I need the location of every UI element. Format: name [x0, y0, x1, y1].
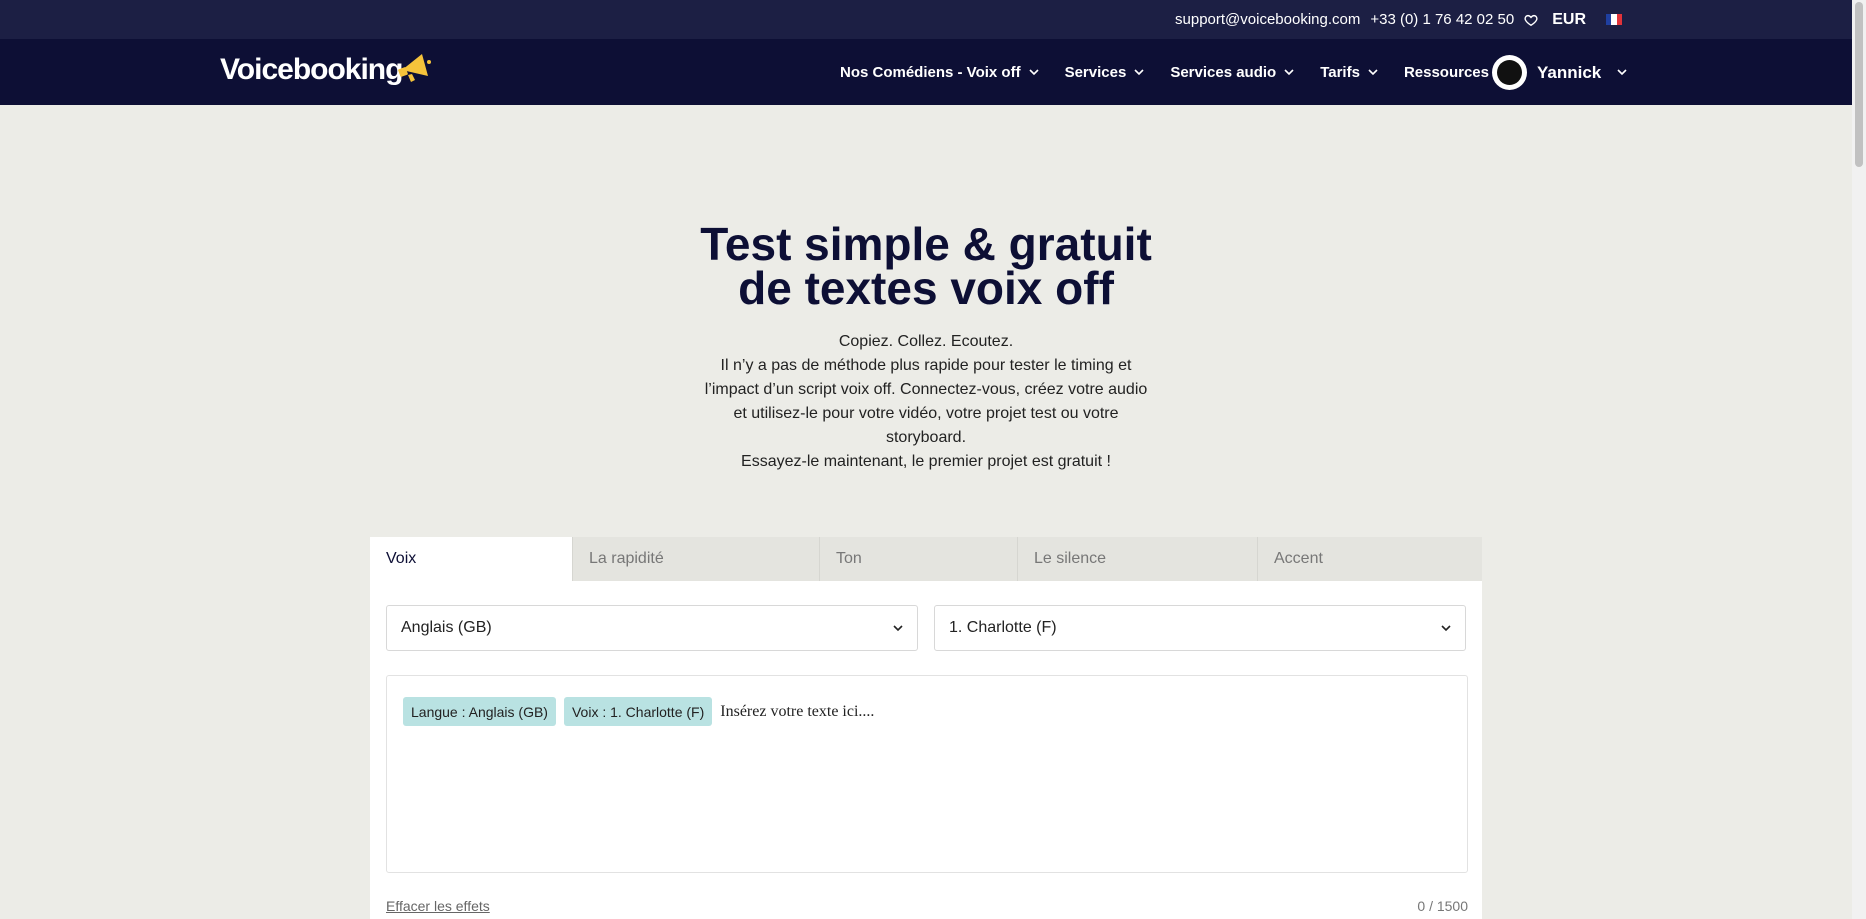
tab-voix[interactable]: Voix: [370, 537, 573, 581]
language-select[interactable]: Anglais (GB): [386, 605, 918, 651]
nav-item-comediens[interactable]: Nos Comédiens - Voix off: [840, 64, 1039, 81]
france-flag-icon[interactable]: [1606, 14, 1622, 25]
top-utility-bar: support@voicebooking.com +33 (0) 1 76 42…: [0, 0, 1852, 39]
nav-item-services[interactable]: Services: [1065, 64, 1145, 81]
voice-select[interactable]: 1. Charlotte (F): [934, 605, 1466, 651]
chevron-down-icon: [893, 624, 903, 631]
page-scrollbar[interactable]: [1852, 0, 1866, 919]
scrollbar-thumb[interactable]: [1855, 2, 1863, 167]
tab-accent[interactable]: Accent: [1258, 537, 1482, 581]
phone-link[interactable]: +33 (0) 1 76 42 02 50: [1370, 11, 1514, 28]
chevron-down-icon: [1284, 68, 1294, 75]
hero-tagline: Copiez. Collez. Ecoutez.: [838, 333, 1014, 350]
hero-description: Copiez. Collez. Ecoutez. Il n’y a pas de…: [700, 330, 1152, 474]
heart-icon[interactable]: [1524, 13, 1538, 27]
nav-item-label: Ressources: [1403, 63, 1489, 81]
chevron-down-icon: [1368, 68, 1378, 75]
script-text-editor[interactable]: Langue : Anglais (GB) Voix : 1. Charlott…: [386, 675, 1468, 873]
voicebooking-logo[interactable]: Voicebooking: [220, 53, 434, 87]
hero-body: Il n’y a pas de méthode plus rapide pour…: [704, 357, 1148, 446]
chevron-down-icon: [1029, 68, 1039, 75]
tab-silence[interactable]: Le silence: [1018, 537, 1258, 581]
nav-item-label: Services: [1064, 63, 1127, 81]
voice-test-tool: Voix La rapidité Ton Le silence Accent A…: [370, 537, 1482, 919]
megaphone-icon: [398, 54, 432, 82]
page-title: Test simple & gratuit de textes voix off: [0, 218, 1852, 314]
user-menu[interactable]: Yannick: [1492, 55, 1627, 90]
avatar: [1492, 55, 1527, 90]
user-name: Yannick: [1537, 62, 1602, 82]
voice-chip[interactable]: Voix : 1. Charlotte (F): [563, 697, 713, 726]
nav-item-label: Tarifs: [1320, 63, 1360, 81]
chevron-down-icon: [1617, 69, 1627, 76]
support-email-link[interactable]: support@voicebooking.com: [1175, 11, 1360, 28]
page-title-line-1: Test simple & gratuit: [700, 218, 1152, 270]
nav-item-label: Nos Comédiens - Voix off: [840, 63, 1021, 81]
text-placeholder: Insérez votre texte ici....: [720, 702, 875, 720]
nav-menu: Nos Comédiens - Voix off Services Servic…: [840, 39, 1507, 105]
effect-chips: Langue : Anglais (GB) Voix : 1. Charlott…: [403, 697, 874, 726]
voice-select-value: 1. Charlotte (F): [949, 619, 1057, 636]
language-chip[interactable]: Langue : Anglais (GB): [403, 697, 556, 726]
logo-text: Voicebooking: [220, 53, 403, 86]
voice-selectors: Anglais (GB) 1. Charlotte (F): [386, 605, 1466, 651]
main-navigation: Voicebooking Nos Comédiens - Voix off Se…: [0, 39, 1852, 105]
nav-item-label: Services audio: [1170, 63, 1277, 81]
tab-ton[interactable]: Ton: [820, 537, 1018, 581]
chevron-down-icon: [1441, 624, 1451, 631]
nav-item-services-audio[interactable]: Services audio: [1170, 64, 1294, 81]
hero-cta-text: Essayez-le maintenant, le premier projet…: [741, 453, 1111, 470]
nav-item-tarifs[interactable]: Tarifs: [1320, 64, 1378, 81]
page-title-line-2: de textes voix off: [738, 262, 1114, 314]
clear-effects-link[interactable]: Effacer les effets: [386, 898, 490, 914]
language-select-value: Anglais (GB): [401, 619, 492, 636]
chevron-down-icon: [1134, 68, 1144, 75]
tool-tabs: Voix La rapidité Ton Le silence Accent: [370, 537, 1482, 581]
tab-rapidite[interactable]: La rapidité: [573, 537, 820, 581]
currency-selector[interactable]: EUR: [1552, 11, 1586, 29]
character-counter: 0 / 1500: [1417, 898, 1468, 914]
